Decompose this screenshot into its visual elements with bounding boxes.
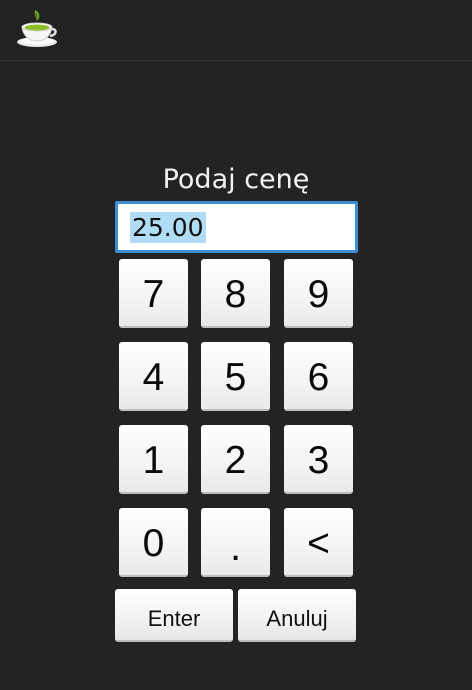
key-6-button[interactable]: 6 bbox=[284, 342, 353, 411]
key-5-button[interactable]: 5 bbox=[201, 342, 270, 411]
decimal-point-button[interactable]: . bbox=[201, 508, 270, 577]
key-1-button[interactable]: 1 bbox=[119, 425, 188, 494]
key-0-button[interactable]: 0 bbox=[119, 508, 188, 577]
backspace-button[interactable]: < bbox=[284, 508, 353, 577]
cancel-button[interactable]: Anuluj bbox=[238, 589, 356, 642]
key-9-button[interactable]: 9 bbox=[284, 259, 353, 328]
action-bar bbox=[0, 0, 472, 61]
key-3-button[interactable]: 3 bbox=[284, 425, 353, 494]
key-7-button[interactable]: 7 bbox=[119, 259, 188, 328]
enter-button[interactable]: Enter bbox=[115, 589, 233, 642]
price-input[interactable]: 25.00 bbox=[115, 201, 358, 253]
price-input-value: 25.00 bbox=[130, 212, 206, 243]
key-4-button[interactable]: 4 bbox=[119, 342, 188, 411]
green-tea-cup-icon[interactable] bbox=[14, 8, 60, 50]
price-prompt-label: Podaj cenę bbox=[162, 164, 310, 195]
key-2-button[interactable]: 2 bbox=[201, 425, 270, 494]
key-8-button[interactable]: 8 bbox=[201, 259, 270, 328]
